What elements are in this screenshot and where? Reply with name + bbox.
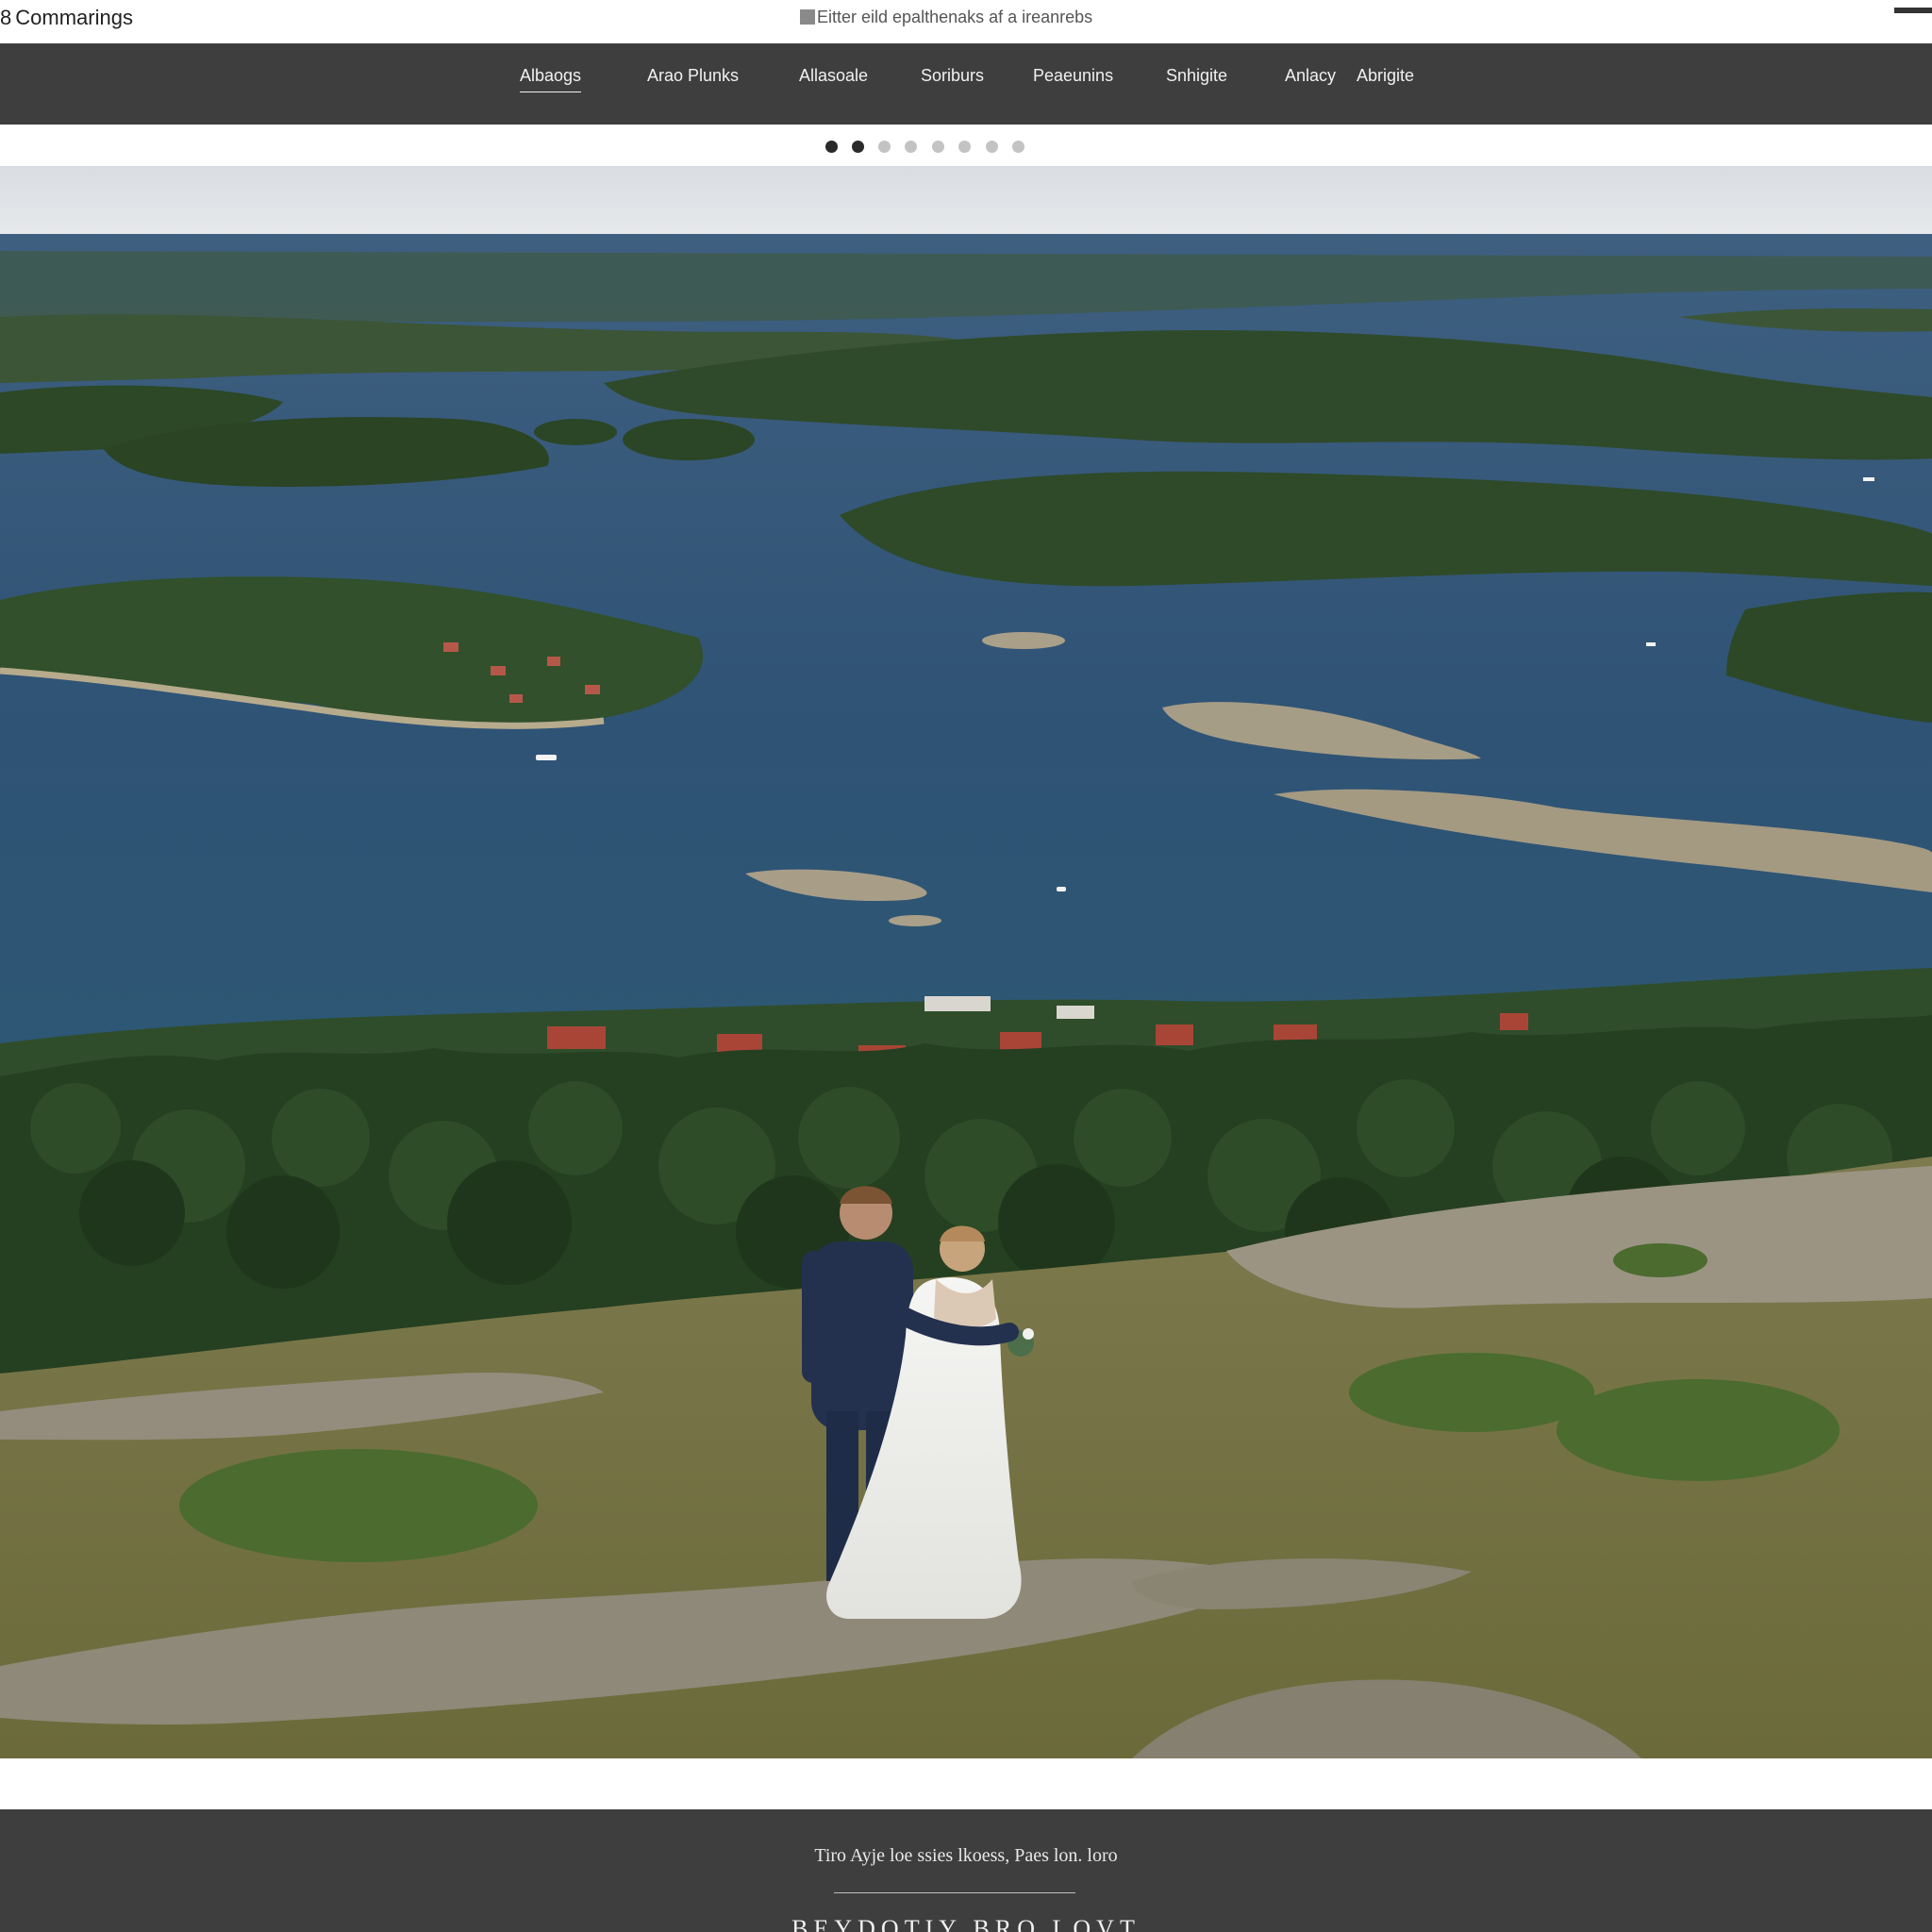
carousel-dot-8[interactable]: [1012, 141, 1024, 153]
carousel-dot-3[interactable]: [878, 141, 891, 153]
brand-logo-icon: 8: [0, 6, 12, 29]
menu-icon[interactable]: [1894, 8, 1932, 13]
tagline-text: Eitter eild epalthenaks af a ireanrebs: [817, 8, 1093, 26]
nav-item-1[interactable]: Albaogs: [520, 66, 582, 92]
footer-title: BEYDOTIY BRO LOVT: [791, 1915, 1141, 1932]
carousel-dot-1[interactable]: [825, 141, 838, 153]
carousel-dot-6[interactable]: [958, 141, 971, 153]
nav-item-4[interactable]: Soriburs: [921, 66, 984, 86]
carousel-dot-5[interactable]: [932, 141, 944, 153]
top-bar: 8 Commarings Eitter eild epalthenaks af a…: [0, 0, 1932, 44]
footer: Tiro Ayje loe ssies lkoess, Paes lon. lo…: [0, 1809, 1932, 1932]
hero-image: [0, 166, 1932, 1758]
footer-divider: [834, 1892, 1075, 1893]
nav-item-7[interactable]: Anlacy: [1285, 66, 1336, 86]
archipelago-wedding-photo: [0, 166, 1932, 1758]
carousel-dot-2[interactable]: [852, 141, 864, 153]
footer-caption: Tiro Ayje loe ssies lkoess, Paes lon. lo…: [814, 1845, 1118, 1866]
nav-item-8[interactable]: Abrigite: [1357, 66, 1414, 86]
page: 8 Commarings Eitter eild epalthenaks af a…: [0, 0, 1932, 1932]
brand-name: Commarings: [15, 6, 133, 29]
nav-item-5[interactable]: Peaeunins: [1033, 66, 1113, 86]
carousel-dot-7[interactable]: [986, 141, 998, 153]
carousel-dot-4[interactable]: [905, 141, 917, 153]
nav-item-2[interactable]: Arao Plunks: [647, 66, 739, 86]
nav-item-6[interactable]: Snhigite: [1166, 66, 1227, 86]
tagline-square-icon: [800, 9, 815, 25]
nav-item-3[interactable]: Allasoale: [799, 66, 868, 86]
main-nav: Albaogs Arao Plunks Allasoale Soriburs P…: [0, 43, 1932, 125]
site-brand[interactable]: 8 Commarings: [0, 6, 133, 30]
site-tagline: Eitter eild epalthenaks af a ireanrebs: [800, 8, 1092, 27]
carousel-pagination: [0, 125, 1932, 166]
